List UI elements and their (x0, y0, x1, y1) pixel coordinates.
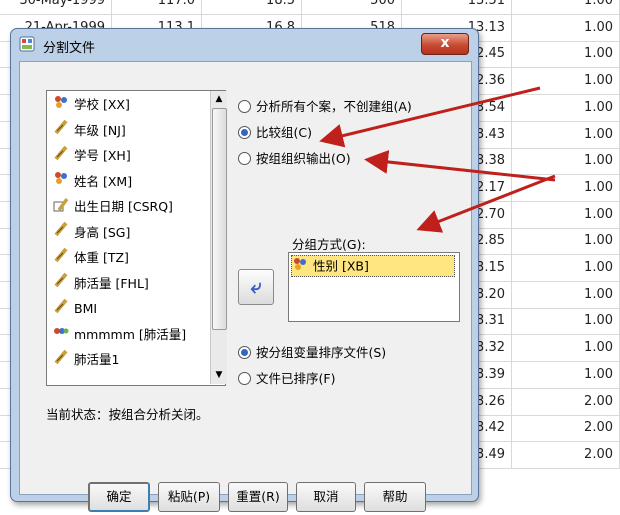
sheet-cell[interactable]: 1.00 (512, 148, 620, 175)
sheet-cell[interactable]: 1.00 (512, 335, 620, 362)
variable-item[interactable]: 学号 [XH] (53, 144, 131, 168)
group-by-item[interactable]: 性别 [XB] (291, 255, 455, 277)
variable-label: 肺活量 [FHL] (74, 275, 149, 291)
help-button[interactable]: 帮助 (364, 482, 426, 512)
sheet-cell[interactable]: 1.00 (512, 121, 620, 148)
variable-label: 肺活量1 (74, 352, 120, 367)
arrow-left-icon: ⤶ (250, 274, 262, 298)
scale-icon (53, 119, 71, 143)
sheet-row[interactable]: 30-May-1999 117.0 18.5 500 13.51 1.00 (0, 0, 620, 15)
nominal-icon (53, 94, 71, 118)
sheet-cell[interactable]: 1.00 (512, 94, 620, 121)
radio-indicator-selected (238, 126, 251, 139)
variable-label: 体重 [TZ] (74, 250, 129, 265)
sheet-cell[interactable]: 1.00 (512, 201, 620, 228)
scale-icon (53, 349, 71, 373)
radio-label: 比较组(C) (256, 125, 312, 140)
variable-label: 身高 [SG] (74, 224, 131, 240)
scroll-up-icon[interactable]: ▲ (211, 91, 227, 107)
sheet-cell[interactable]: 1.00 (512, 0, 620, 14)
dialog-title: 分割文件 (43, 41, 96, 56)
sheet-cell[interactable]: 1.00 (512, 228, 620, 255)
radio-label: 分析所有个案，不创建组(A) (256, 99, 412, 114)
variable-item[interactable]: 年级 [NJ] (53, 119, 126, 143)
status-text: 当前状态：按组合分析关闭。 (46, 407, 209, 422)
variable-item[interactable]: 肺活量1 (53, 348, 119, 372)
variable-item[interactable]: 学校 [XX] (53, 93, 130, 117)
radio-analyze-all[interactable]: 分析所有个案，不创建组(A) (238, 98, 412, 116)
nominal-icon (53, 170, 71, 194)
sheet-cell[interactable]: 500 (302, 0, 402, 14)
group-by-list[interactable]: 性别 [XB] (288, 252, 460, 322)
scale-icon (53, 145, 71, 169)
sheet-cell[interactable]: 1.00 (512, 281, 620, 308)
scale-icon (53, 298, 71, 322)
sheet-cell[interactable]: 13.51 (402, 0, 512, 14)
radio-indicator (238, 372, 251, 385)
radio-indicator (238, 152, 251, 165)
variable-label: 年级 [NJ] (74, 122, 126, 138)
radio-indicator (238, 100, 251, 113)
radio-label: 文件已排序(F) (256, 371, 336, 386)
variable-item[interactable]: 身高 [SG] (53, 221, 130, 245)
sheet-cell[interactable]: 1.00 (512, 255, 620, 281)
multi-icon (53, 323, 71, 347)
scale-icon (53, 272, 71, 296)
radio-organize-output[interactable]: 按组组织输出(O) (238, 150, 351, 168)
nominal-icon (292, 256, 310, 278)
radio-label: 按分组变量排序文件(S) (256, 345, 387, 360)
variable-item[interactable]: BMI (53, 297, 97, 321)
radio-sort-by-group[interactable]: 按分组变量排序文件(S) (238, 344, 386, 362)
radio-label: 按组组织输出(O) (256, 151, 351, 166)
cancel-button[interactable]: 取消 (296, 482, 356, 512)
sheet-cell[interactable]: 1.00 (512, 174, 620, 201)
variable-label: BMI (74, 301, 98, 316)
variable-item[interactable]: mmmmm [肺活量] (53, 323, 186, 347)
split-file-dialog: 分割文件 x 学校 [XX] 年级 [NJ] 学号 [XH] 姓名 [XM] 出生日期 … (10, 28, 479, 512)
sheet-cell[interactable]: 1.00 (512, 308, 620, 335)
dialog-titlebar[interactable]: 分割文件 x (11, 29, 478, 59)
move-to-group-button[interactable]: ⤶ (238, 269, 274, 305)
variable-label: mmmmm [肺活量] (74, 326, 187, 342)
paste-button[interactable]: 粘贴(P) (158, 482, 220, 512)
group-by-item-label: 性别 [XB] (313, 258, 369, 274)
sheet-cell[interactable]: 1.00 (512, 361, 620, 388)
split-file-icon (19, 36, 35, 52)
radio-compare-groups[interactable]: 比较组(C) (238, 124, 312, 142)
scroll-down-icon[interactable]: ▼ (211, 367, 227, 383)
scale-icon (53, 221, 71, 245)
variable-list-scrollbar[interactable]: ▲ ▼ (210, 91, 227, 384)
variable-item[interactable]: 出生日期 [CSRQ] (53, 195, 173, 219)
radio-indicator-selected (238, 346, 251, 359)
variable-item[interactable]: 体重 [TZ] (53, 246, 129, 270)
sheet-cell[interactable]: 2.00 (512, 441, 620, 468)
scale-icon (53, 247, 71, 271)
variable-label: 出生日期 [CSRQ] (74, 199, 173, 214)
variable-label: 学校 [XX] (74, 97, 130, 112)
sheet-cell[interactable]: 1.00 (512, 41, 620, 68)
variable-item[interactable]: 肺活量 [FHL] (53, 272, 149, 296)
scroll-thumb[interactable] (212, 108, 227, 330)
ok-button[interactable]: 确定 (88, 482, 150, 512)
reset-button[interactable]: 重置(R) (228, 482, 288, 512)
variable-label: 姓名 [XM] (74, 173, 133, 189)
date-scale-icon (53, 196, 71, 220)
sheet-cell[interactable]: 2.00 (512, 388, 620, 415)
sheet-cell[interactable]: 1.00 (512, 14, 620, 41)
sheet-cell[interactable]: 30-May-1999 (0, 0, 112, 14)
sheet-cell[interactable]: 18.5 (202, 0, 302, 14)
sheet-cell[interactable]: 1.00 (512, 68, 620, 95)
close-button[interactable]: x (421, 33, 469, 55)
dialog-body: 学校 [XX] 年级 [NJ] 学号 [XH] 姓名 [XM] 出生日期 [CSRQ] 身… (19, 61, 472, 512)
sheet-cell[interactable]: 2.00 (512, 415, 620, 442)
group-by-label: 分组方式(G): (292, 237, 366, 252)
variable-label: 学号 [XH] (74, 148, 131, 163)
variable-list[interactable]: 学校 [XX] 年级 [NJ] 学号 [XH] 姓名 [XM] 出生日期 [CSRQ] 身… (46, 90, 226, 386)
sheet-cell[interactable]: 117.0 (112, 0, 202, 14)
variable-item[interactable]: 姓名 [XM] (53, 170, 132, 194)
radio-already-sorted[interactable]: 文件已排序(F) (238, 370, 335, 388)
